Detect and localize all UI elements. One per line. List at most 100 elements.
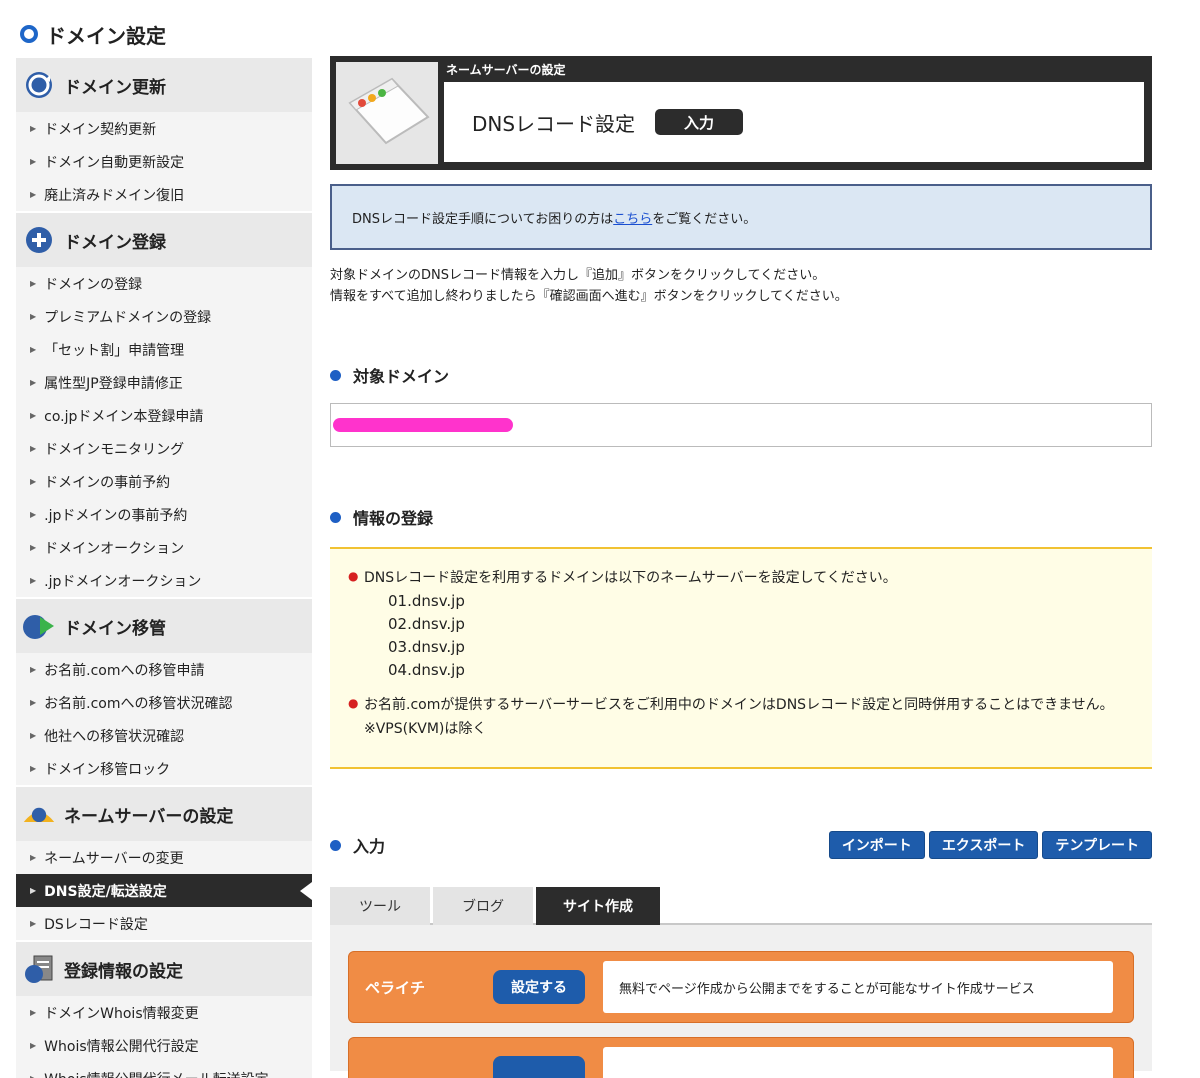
sidebar-item-contract-renewal[interactable]: ▶ ドメイン契約更新: [16, 112, 312, 145]
sidebar-section-title: ドメイン更新: [64, 77, 166, 98]
instruction-line-2: 情報をすべて追加し終わりましたら『確認画面へ進む』ボタンをクリックしてください。: [330, 289, 848, 304]
bullet-text: DNSレコード設定を利用するドメインは以下のネームサーバーを設定してください。: [364, 570, 897, 586]
sidebar: ドメイン更新 ▶ ドメイン契約更新 ▶ ドメイン自動更新設定 ▶ 廃止済みドメイン復旧…: [16, 56, 312, 1078]
tab-tools[interactable]: ツール: [330, 887, 430, 925]
transfer-globe-icon: [22, 611, 56, 641]
service-name: ペライチ: [365, 978, 426, 997]
page-title: ドメイン設定: [20, 20, 166, 48]
sidebar-item-whois-mail[interactable]: ▶ Whois情報公開代行メール転送設定: [16, 1062, 312, 1078]
input-heading: 入力: [330, 833, 385, 857]
tab-blog[interactable]: ブログ: [433, 887, 533, 925]
sidebar-section-registration: ドメイン登録 ▶ ドメインの登録 ▶ プレミアムドメインの登録 ▶ 「セット割」申請管…: [16, 211, 312, 597]
nameserver-item: 02.dnsv.jp: [388, 615, 465, 633]
bullet-note: ※VPS(KVM)は除く: [364, 721, 487, 737]
triangle-right-icon: ▶: [30, 411, 37, 420]
hero-category: ネームサーバーの設定: [446, 63, 566, 77]
sidebar-item-label: ドメインオークション: [44, 540, 185, 557]
sidebar-section-registration-info: 登録情報の設定 ▶ ドメインWhois情報変更 ▶ Whois情報公開代行設定 ▶ W…: [16, 940, 312, 1078]
sidebar-item-label: Whois情報公開代行メール転送設定: [44, 1069, 268, 1078]
bullet-text: お名前.comが提供するサーバーサービスをご利用中のドメインはDNSレコード設定…: [364, 697, 1114, 713]
sidebar-section-header: ドメイン移管: [16, 597, 312, 653]
sidebar-item-label: お名前.comへの移管状況確認: [44, 695, 233, 712]
sidebar-item-ds-record[interactable]: ▶ DSレコード設定: [16, 907, 312, 940]
sidebar-item-auto-renewal[interactable]: ▶ ドメイン自動更新設定: [16, 145, 312, 178]
export-button[interactable]: エクスポート: [928, 831, 1039, 859]
sidebar-item-label: お名前.comへの移管申請: [44, 662, 205, 679]
triangle-right-icon: ▶: [30, 1074, 36, 1078]
info-box: ● DNSレコード設定を利用するドメインは以下のネームサーバーを設定してください…: [330, 547, 1152, 769]
hero-title: DNSレコード設定: [472, 111, 636, 136]
page-title-text: ドメイン設定: [46, 23, 166, 48]
sidebar-item-label: プレミアムドメインの登録: [44, 309, 212, 326]
triangle-right-icon: ▶: [30, 510, 37, 519]
heading-text: 対象ドメイン: [353, 367, 450, 386]
sidebar-section-transfer: ドメイン移管 ▶ お名前.comへの移管申請 ▶ お名前.comへの移管状況確認 ▶…: [16, 597, 312, 785]
configure-button[interactable]: [493, 1056, 585, 1078]
triangle-right-icon: ▶: [30, 279, 37, 288]
sidebar-item-ns-change[interactable]: ▶ ネームサーバーの変更: [16, 841, 312, 874]
red-dot-icon: ●: [348, 696, 359, 710]
sidebar-item-set-discount[interactable]: ▶ 「セット割」申請管理: [16, 333, 312, 366]
sidebar-item-jp-pre-reserve[interactable]: ▶ .jpドメインの事前予約: [16, 498, 312, 531]
category-tabs: ツール ブログ サイト作成: [330, 887, 1152, 925]
nameserver-item: 04.dnsv.jp: [388, 661, 465, 679]
sidebar-item-jp-auction[interactable]: ▶ .jpドメインオークション: [16, 564, 312, 597]
sidebar-item-label: ドメインモニタリング: [44, 441, 185, 458]
sidebar-item-pre-reserve[interactable]: ▶ ドメインの事前予約: [16, 465, 312, 498]
sidebar-item-label: ドメイン移管ロック: [44, 761, 171, 778]
sidebar-item-auction[interactable]: ▶ ドメインオークション: [16, 531, 312, 564]
input-actions: インポート エクスポート テンプレート: [828, 831, 1152, 859]
sidebar-item-transfer-apply[interactable]: ▶ お名前.comへの移管申請: [16, 653, 312, 686]
service-description: [603, 1047, 1113, 1078]
sidebar-item-label: ドメインの登録: [44, 276, 143, 293]
triangle-right-icon: ▶: [30, 124, 37, 133]
hero-header: ネームサーバーの設定 DNSレコード設定 入力: [330, 56, 1152, 170]
sidebar-item-restore[interactable]: ▶ 廃止済みドメイン復旧: [16, 178, 312, 211]
tab-panel: ペライチ 設定する 無料でページ作成から公開までをすることが可能なサイト作成サー…: [330, 925, 1152, 1078]
configure-button[interactable]: 設定する: [493, 970, 585, 1004]
sidebar-item-transfer-status[interactable]: ▶ お名前.comへの移管状況確認: [16, 686, 312, 719]
triangle-right-icon: ▶: [30, 764, 37, 773]
sidebar-section-title: ドメイン移管: [64, 618, 166, 639]
notice-suffix: をご覧ください。: [652, 211, 757, 227]
ring-icon: [20, 25, 38, 43]
nameserver-item: 01.dnsv.jp: [388, 592, 465, 610]
sidebar-item-label: ドメイン自動更新設定: [44, 154, 185, 171]
sidebar-section-header: ドメイン更新: [16, 56, 312, 112]
sidebar-item-whois-change[interactable]: ▶ ドメインWhois情報変更: [16, 996, 312, 1029]
refresh-globe-icon: [22, 70, 56, 100]
instructions: 対象ドメインのDNSレコード情報を入力し『追加』ボタンをクリックしてください。 …: [330, 265, 1152, 307]
sidebar-item-whois-proxy[interactable]: ▶ Whois情報公開代行設定: [16, 1029, 312, 1062]
sidebar-item-label: 廃止済みドメイン復旧: [44, 187, 185, 204]
tab-site-creation[interactable]: サイト作成: [536, 887, 660, 925]
triangle-right-icon: ▶: [30, 190, 37, 199]
nameserver-list: 01.dnsv.jp 02.dnsv.jp 03.dnsv.jp 04.dnsv…: [388, 590, 1152, 682]
sidebar-item-transfer-lock[interactable]: ▶ ドメイン移管ロック: [16, 752, 312, 785]
sidebar-item-cojp[interactable]: ▶ co.jpドメイン本登録申請: [16, 399, 312, 432]
import-button[interactable]: インポート: [828, 831, 925, 859]
instruction-line-1: 対象ドメインのDNSレコード情報を入力し『追加』ボタンをクリックしてください。: [330, 268, 826, 283]
nameserver-icon: [22, 799, 56, 829]
sidebar-item-label: .jpドメインの事前予約: [44, 507, 188, 524]
triangle-right-icon: ▶: [30, 345, 37, 354]
triangle-right-icon: ▶: [30, 698, 37, 707]
triangle-right-icon: ▶: [30, 919, 37, 928]
sidebar-item-dns-settings[interactable]: ▶ DNS設定/転送設定: [16, 874, 312, 907]
triangle-right-icon: ▶: [30, 477, 37, 486]
template-button[interactable]: テンプレート: [1042, 831, 1152, 859]
triangle-right-icon: ▶: [30, 886, 37, 895]
sidebar-item-jp-fix[interactable]: ▶ 属性型JP登録申請修正: [16, 366, 312, 399]
triangle-right-icon: ▶: [30, 1008, 37, 1017]
sidebar-item-other-transfer[interactable]: ▶ 他社への移管状況確認: [16, 719, 312, 752]
triangle-right-icon: ▶: [30, 543, 37, 552]
sidebar-item-premium[interactable]: ▶ プレミアムドメインの登録: [16, 300, 312, 333]
sidebar-item-label: DNS設定/転送設定: [44, 883, 167, 900]
sidebar-item-monitoring[interactable]: ▶ ドメインモニタリング: [16, 432, 312, 465]
document-globe-icon: [22, 954, 56, 984]
sidebar-item-domain-register[interactable]: ▶ ドメインの登録: [16, 267, 312, 300]
triangle-right-icon: ▶: [30, 853, 37, 862]
service-card: ペライチ 設定する 無料でページ作成から公開までをすることが可能なサイト作成サー…: [348, 951, 1134, 1023]
step-badge: 入力: [655, 109, 744, 135]
help-link[interactable]: こちら: [613, 208, 652, 227]
bullet-dot-icon: [330, 511, 341, 523]
